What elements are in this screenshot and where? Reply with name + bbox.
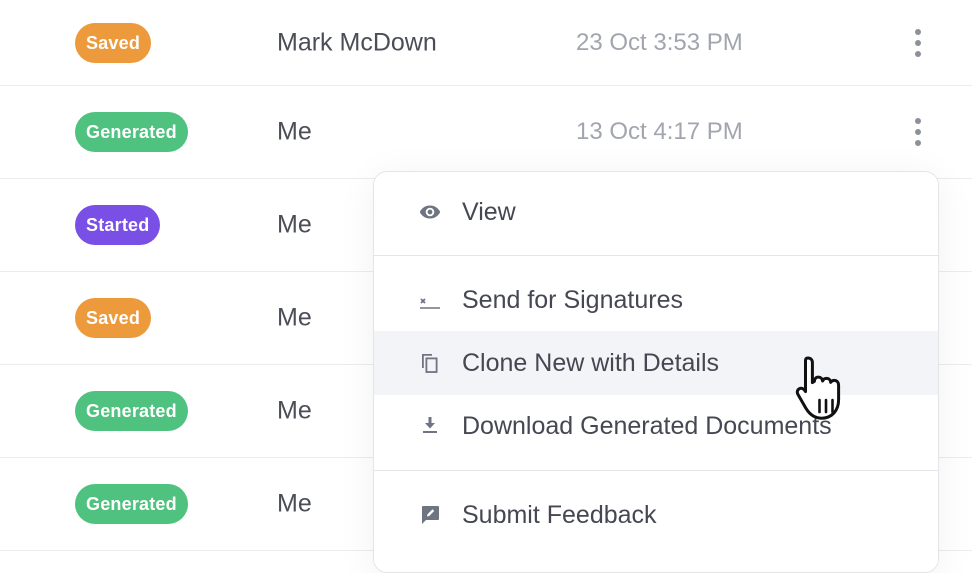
more-options-icon[interactable] bbox=[904, 114, 932, 150]
modified-date: 13 Oct 4:17 PM bbox=[576, 118, 743, 145]
signature-icon bbox=[418, 288, 442, 312]
menu-item-label: Clone New with Details bbox=[462, 348, 720, 377]
status-badge: Saved bbox=[75, 298, 152, 338]
copy-icon bbox=[418, 351, 442, 375]
download-icon bbox=[418, 414, 442, 438]
status-badge: Generated bbox=[75, 484, 188, 524]
owner-name: Me bbox=[277, 117, 312, 146]
owner-name: Me bbox=[277, 303, 312, 332]
hand-pointer-icon bbox=[795, 356, 841, 420]
menu-item-view[interactable]: View bbox=[374, 180, 938, 244]
owner-name: Me bbox=[277, 489, 312, 518]
status-badge: Generated bbox=[75, 391, 188, 431]
more-options-icon[interactable] bbox=[904, 25, 932, 61]
owner-name: Me bbox=[277, 396, 312, 425]
status-badge: Generated bbox=[75, 112, 188, 152]
menu-item-label: Submit Feedback bbox=[462, 500, 657, 529]
menu-item-label: Send for Signatures bbox=[462, 285, 683, 314]
menu-item-submit-feedback[interactable]: Submit Feedback bbox=[374, 483, 938, 547]
menu-item-label: View bbox=[462, 197, 516, 226]
modified-date: 23 Oct 3:53 PM bbox=[576, 28, 743, 56]
menu-divider bbox=[374, 255, 938, 256]
table-row[interactable]: Generated Me 13 Oct 4:17 PM bbox=[0, 86, 972, 179]
status-badge: Saved bbox=[75, 22, 152, 63]
table-row[interactable]: Saved Mark McDown 23 Oct 3:53 PM bbox=[0, 0, 972, 86]
owner-name: Mark McDown bbox=[277, 28, 437, 56]
eye-icon bbox=[418, 200, 442, 224]
menu-divider bbox=[374, 470, 938, 471]
feedback-icon bbox=[418, 503, 442, 527]
owner-name: Me bbox=[277, 210, 312, 239]
status-badge: Started bbox=[75, 205, 161, 245]
menu-item-label: Download Generated Documents bbox=[462, 411, 832, 440]
menu-item-send-for-signatures[interactable]: Send for Signatures bbox=[374, 268, 938, 332]
